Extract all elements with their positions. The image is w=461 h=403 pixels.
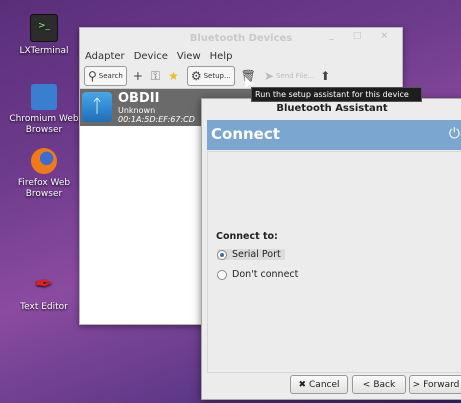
assistant-buttons: ✖ Cancel < Back > Forward	[202, 375, 461, 395]
setup-tooltip: Run the setup assistant for this device	[251, 87, 422, 102]
cancel-label: Cancel	[309, 379, 340, 390]
menu-bar: Adapter Device View Help	[80, 48, 402, 64]
upload-icon: ⬆	[320, 69, 331, 83]
device-name: OBDII	[118, 91, 160, 106]
radio-unchecked-icon	[217, 269, 227, 280]
text-editor-icon: ✒	[34, 272, 54, 297]
desktop-icon-lxterminal[interactable]: >_ LXTerminal	[7, 14, 81, 57]
plug-icon: ⏻	[448, 126, 460, 142]
add-device-button[interactable]: +	[133, 67, 145, 85]
setup-label: Setup...	[203, 72, 231, 80]
back-button[interactable]: < Back	[352, 375, 406, 394]
forward-button[interactable]: > Forward	[409, 375, 461, 394]
send-file-icon: ➤	[263, 69, 274, 83]
radio-dont-connect[interactable]: Don't connect	[217, 269, 298, 280]
chromium-icon	[31, 84, 57, 110]
desktop-icon-text-editor[interactable]: ✒ Text Editor	[7, 272, 81, 313]
assistant-content: Connect to: Serial Port Don't connect	[207, 151, 461, 373]
desktop-icon-firefox[interactable]: Firefox Web Browser	[7, 148, 81, 200]
star-icon: ★	[168, 69, 179, 83]
radio-checked-icon	[217, 249, 227, 260]
radio-label: Serial Port	[232, 249, 281, 260]
bluetooth-assistant-window: Bluetooth Assistant Connect ⏻ Connect to…	[201, 98, 461, 400]
key-icon: ⚿	[150, 68, 161, 83]
search-button[interactable]: ⚲ Search	[84, 66, 127, 86]
window-titlebar[interactable]: Bluetooth Devices _ □ ×	[80, 28, 402, 48]
radio-serial-port[interactable]: Serial Port	[217, 249, 285, 260]
device-address: 00:1A:5D:EF:67:CD	[118, 115, 195, 124]
setup-button[interactable]: ⚙ Setup...	[186, 66, 235, 86]
browse-button[interactable]: ⬆	[320, 67, 332, 85]
assistant-title: Bluetooth Assistant	[276, 103, 388, 114]
page-title: Connect	[211, 125, 280, 143]
menu-view[interactable]: View	[177, 51, 201, 62]
desktop-icon-label: Chromium Web Browser	[9, 114, 79, 135]
menu-device[interactable]: Device	[134, 51, 168, 62]
device-status: Unknown	[118, 106, 156, 115]
pair-button[interactable]: ⚿	[151, 67, 162, 85]
chevron-left-icon: <	[362, 379, 371, 390]
terminal-icon: >_	[30, 14, 58, 42]
close-icon: ✖	[298, 379, 307, 390]
plus-icon: +	[132, 69, 143, 83]
menu-help[interactable]: Help	[210, 51, 233, 62]
bluetooth-icon: ᛏ	[82, 92, 112, 122]
desktop-icon-label: LXTerminal	[19, 46, 69, 56]
menu-adapter[interactable]: Adapter	[85, 51, 125, 62]
window-title: Bluetooth Devices	[189, 32, 293, 44]
desktop-icon-label: Firefox Web Browser	[17, 178, 71, 199]
forward-label: Forward	[423, 379, 460, 390]
desktop-icon-chromium[interactable]: Chromium Web Browser	[7, 84, 81, 136]
radio-label: Don't connect	[232, 269, 299, 280]
assistant-header: Connect ⏻	[207, 120, 461, 150]
send-file-button[interactable]: ➤ Send File...	[264, 67, 314, 85]
cancel-button[interactable]: ✖ Cancel	[290, 375, 348, 394]
firefox-icon	[31, 148, 57, 174]
connect-to-label: Connect to:	[216, 231, 278, 242]
window-controls[interactable]: _ □ ×	[329, 31, 396, 41]
toolbar: ⚲ Search + ⚿ ★ ⚙ Setup... 🗑 ➤ Send File.…	[80, 64, 402, 89]
back-label: Back	[373, 379, 396, 390]
chevron-right-icon: >	[412, 379, 421, 390]
gear-icon: ⚙	[190, 69, 202, 83]
desktop-icon-label: Text Editor	[20, 302, 68, 312]
send-file-label: Send File...	[275, 72, 315, 80]
search-label: Search	[98, 72, 123, 80]
search-icon: ⚲	[88, 69, 97, 83]
trust-button[interactable]: ★	[168, 67, 181, 85]
